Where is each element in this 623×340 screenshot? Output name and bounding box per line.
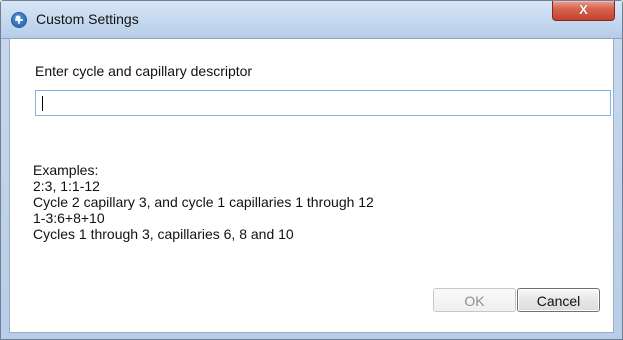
title-bar[interactable]: Custom Settings X xyxy=(1,1,622,39)
descriptor-input[interactable] xyxy=(35,90,611,116)
example-line: 2:3, 1:1-12 xyxy=(33,178,100,194)
window-title: Custom Settings xyxy=(36,11,139,27)
descriptor-label: Enter cycle and capillary descriptor xyxy=(35,63,253,79)
text-caret xyxy=(42,96,43,111)
ok-button[interactable]: OK xyxy=(433,288,516,312)
dialog-content: Enter cycle and capillary descriptor Exa… xyxy=(9,39,614,333)
example-line: 1-3:6+8+10 xyxy=(33,210,105,226)
close-button[interactable]: X xyxy=(552,1,615,21)
example-line: Cycles 1 through 3, capillaries 6, 8 and… xyxy=(33,226,294,242)
examples-heading: Examples: xyxy=(33,162,99,178)
example-line: Cycle 2 capillary 3, and cycle 1 capilla… xyxy=(33,194,374,210)
app-icon xyxy=(11,12,27,28)
examples-block: Examples: 2:3, 1:1-12 Cycle 2 capillary … xyxy=(33,162,374,242)
cancel-button[interactable]: Cancel xyxy=(517,288,600,312)
close-icon: X xyxy=(579,2,588,17)
custom-settings-window: Custom Settings X Enter cycle and capill… xyxy=(0,0,623,340)
